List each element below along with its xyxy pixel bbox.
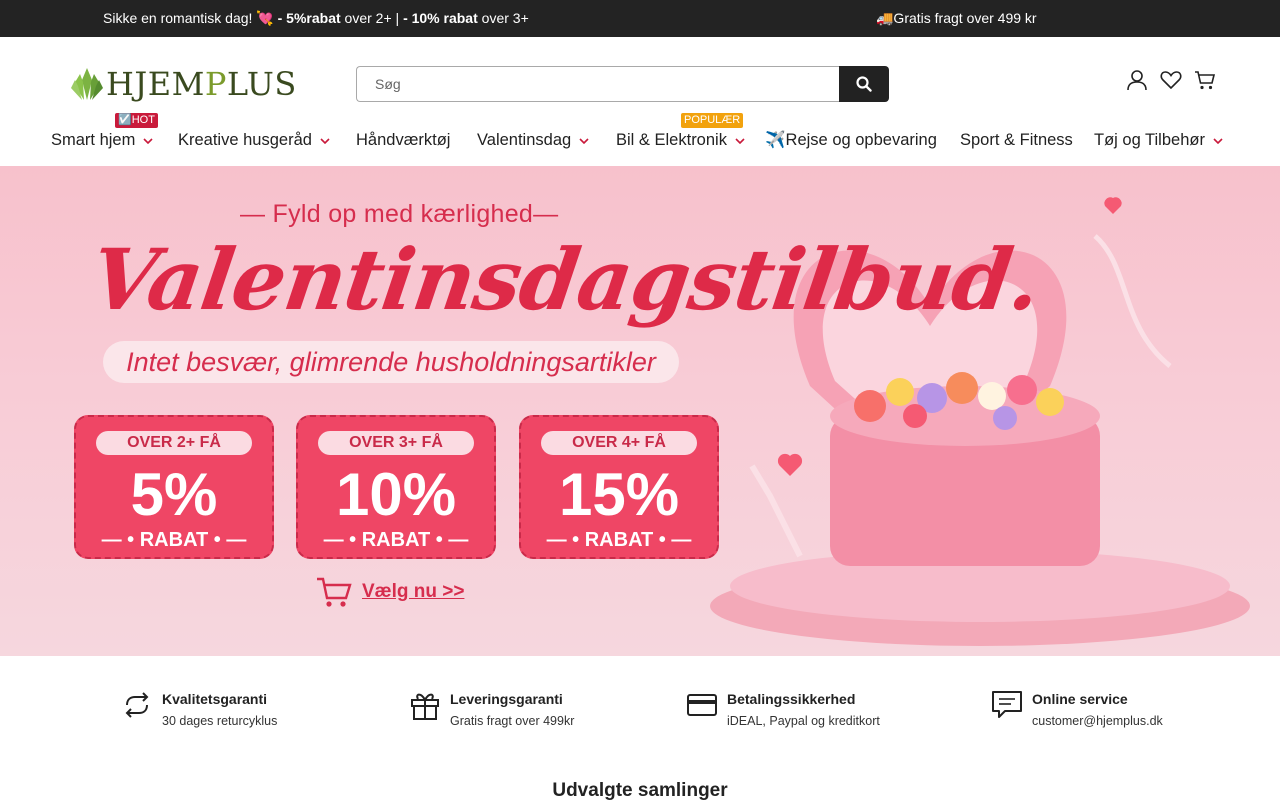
logo-text: HJEMPLUS [106, 65, 297, 103]
feature-quality: Kvalitetsgaranti 30 dages returcyklus [120, 688, 277, 728]
announcement-discount-5: - 5%rabat [273, 10, 341, 26]
nav-item-label: Kreative husgeråd [178, 131, 312, 149]
feature-text: 30 dages returcyklus [162, 714, 278, 728]
hot-badge: ☑️HOT [115, 113, 158, 128]
hero-banner[interactable]: — Fyld op med kærlighed— Valentinsdagsti… [0, 166, 1280, 656]
nav-item-valentinsdag[interactable]: Valentinsdag [477, 131, 589, 150]
hero-cta-label: Vælg nu >> [362, 581, 465, 602]
nav-item-label: Valentinsdag [477, 131, 572, 149]
announcement-discount-10: - 10% rabat [403, 10, 478, 26]
popular-badge: POPULÆR [681, 113, 744, 128]
hero-tagline: Intet besvær, glimrende husholdningsarti… [103, 341, 679, 383]
discount-card: OVER 2+ FÅ 5% — • RABAT • — [74, 415, 274, 559]
main-nav: Smart hjem Kreative husgeråd Håndværktøj… [0, 131, 1280, 153]
nav-item-bil-elektronik[interactable]: Bil & Elektronik [616, 131, 745, 150]
nav-item-sport-fitness[interactable]: Sport & Fitness [960, 131, 1073, 150]
card-percent: 10% [335, 461, 457, 528]
header-icons [1126, 68, 1216, 92]
feature-text[interactable]: customer@hjemplus.dk [1032, 714, 1163, 728]
search-icon [856, 76, 872, 92]
feature-title: Kvalitetsgaranti [162, 691, 268, 707]
card-condition: OVER 2+ FÅ [96, 431, 252, 455]
logo-text-part2: P [204, 65, 227, 103]
search-bar [356, 66, 889, 102]
discount-card: OVER 4+ FÅ 15% — • RABAT • — [519, 415, 719, 559]
chevron-down-icon [320, 137, 330, 144]
feature-title: Leveringsgaranti [450, 691, 563, 707]
hero-subtitle: — Fyld op med kærlighed— [240, 200, 559, 228]
chat-icon [990, 688, 1024, 722]
feature-title: Betalingssikkerhed [727, 691, 856, 707]
hero-cta-link[interactable]: Vælg nu >> [316, 576, 464, 608]
refresh-icon [120, 688, 154, 722]
heart-icon [1160, 71, 1182, 90]
logo-text-part3: LUS [226, 65, 297, 103]
card-condition: OVER 4+ FÅ [541, 431, 697, 455]
cart-button[interactable] [1194, 68, 1216, 92]
card-rabat: — • RABAT • — [546, 529, 692, 551]
announcement-discount: Sikke en romantisk dag! 💘 - 5%rabat over… [103, 10, 529, 27]
nav-item-label: Tøj og Tilbehør [1094, 131, 1205, 149]
hero-title: Valentinsdagstilbud. [85, 230, 1047, 329]
cart-icon [1195, 71, 1216, 90]
card-percent: 15% [558, 461, 680, 528]
nav-item-label: Bil & Elektronik [616, 131, 727, 149]
feature-text: Gratis fragt over 499kr [450, 714, 575, 728]
card-rabat: — • RABAT • — [323, 529, 469, 551]
site-logo[interactable]: HJEMPLUS [70, 64, 297, 104]
nav-item-toj-tilbehor[interactable]: Tøj og Tilbehør [1094, 131, 1223, 150]
announcement-shipping: 🚚Gratis fragt over 499 kr [876, 10, 1037, 26]
collections-heading: Udvalgte samlinger [552, 780, 728, 801]
chevron-down-icon [143, 137, 153, 144]
credit-card-icon [685, 688, 719, 722]
nav-item-label: ✈️Rejse og opbevaring [765, 131, 937, 149]
account-button[interactable] [1126, 68, 1148, 92]
nav-item-smart-hjem[interactable]: Smart hjem [51, 131, 153, 150]
leaf-logo-icon [71, 68, 103, 100]
gift-icon [408, 688, 442, 722]
search-button[interactable] [839, 66, 889, 102]
announcement-text: Sikke en romantisk dag! 💘 [103, 10, 274, 26]
announcement-text-3: over 3+ [477, 10, 529, 26]
announcement-bar: Sikke en romantisk dag! 💘 - 5%rabat over… [0, 0, 1280, 37]
discount-card: OVER 3+ FÅ 10% — • RABAT • — [296, 415, 496, 559]
feature-title: Online service [1032, 691, 1128, 707]
nav-item-label: Håndværktøj [356, 131, 451, 149]
feature-delivery: Leveringsgaranti Gratis fragt over 499kr [408, 688, 574, 728]
chevron-down-icon [735, 137, 745, 144]
cart-icon [317, 577, 352, 607]
user-icon [1127, 70, 1147, 91]
feature-payment: Betalingssikkerhed iDEAL, Paypal og kred… [685, 688, 880, 728]
wishlist-button[interactable] [1160, 68, 1182, 92]
feature-text: iDEAL, Paypal og kreditkort [727, 714, 880, 728]
card-condition: OVER 3+ FÅ [318, 431, 474, 455]
nav-item-label: Smart hjem [51, 131, 136, 149]
card-rabat: — • RABAT • — [101, 529, 247, 551]
chevron-down-icon [1213, 137, 1223, 144]
nav-item-label: Sport & Fitness [960, 131, 1073, 149]
feature-service: Online service customer@hjemplus.dk [990, 688, 1163, 728]
search-input[interactable] [356, 66, 839, 102]
logo-text-part1: HJEM [106, 65, 205, 103]
nav-item-handvaerktoj[interactable]: Håndværktøj [356, 131, 450, 150]
announcement-text-2: over 2+ | [340, 10, 404, 26]
card-percent: 5% [130, 461, 218, 528]
nav-item-rejse-opbevaring[interactable]: ✈️Rejse og opbevaring [765, 131, 937, 150]
chevron-down-icon [579, 137, 589, 144]
nav-item-kreative-husgerad[interactable]: Kreative husgeråd [178, 131, 330, 150]
